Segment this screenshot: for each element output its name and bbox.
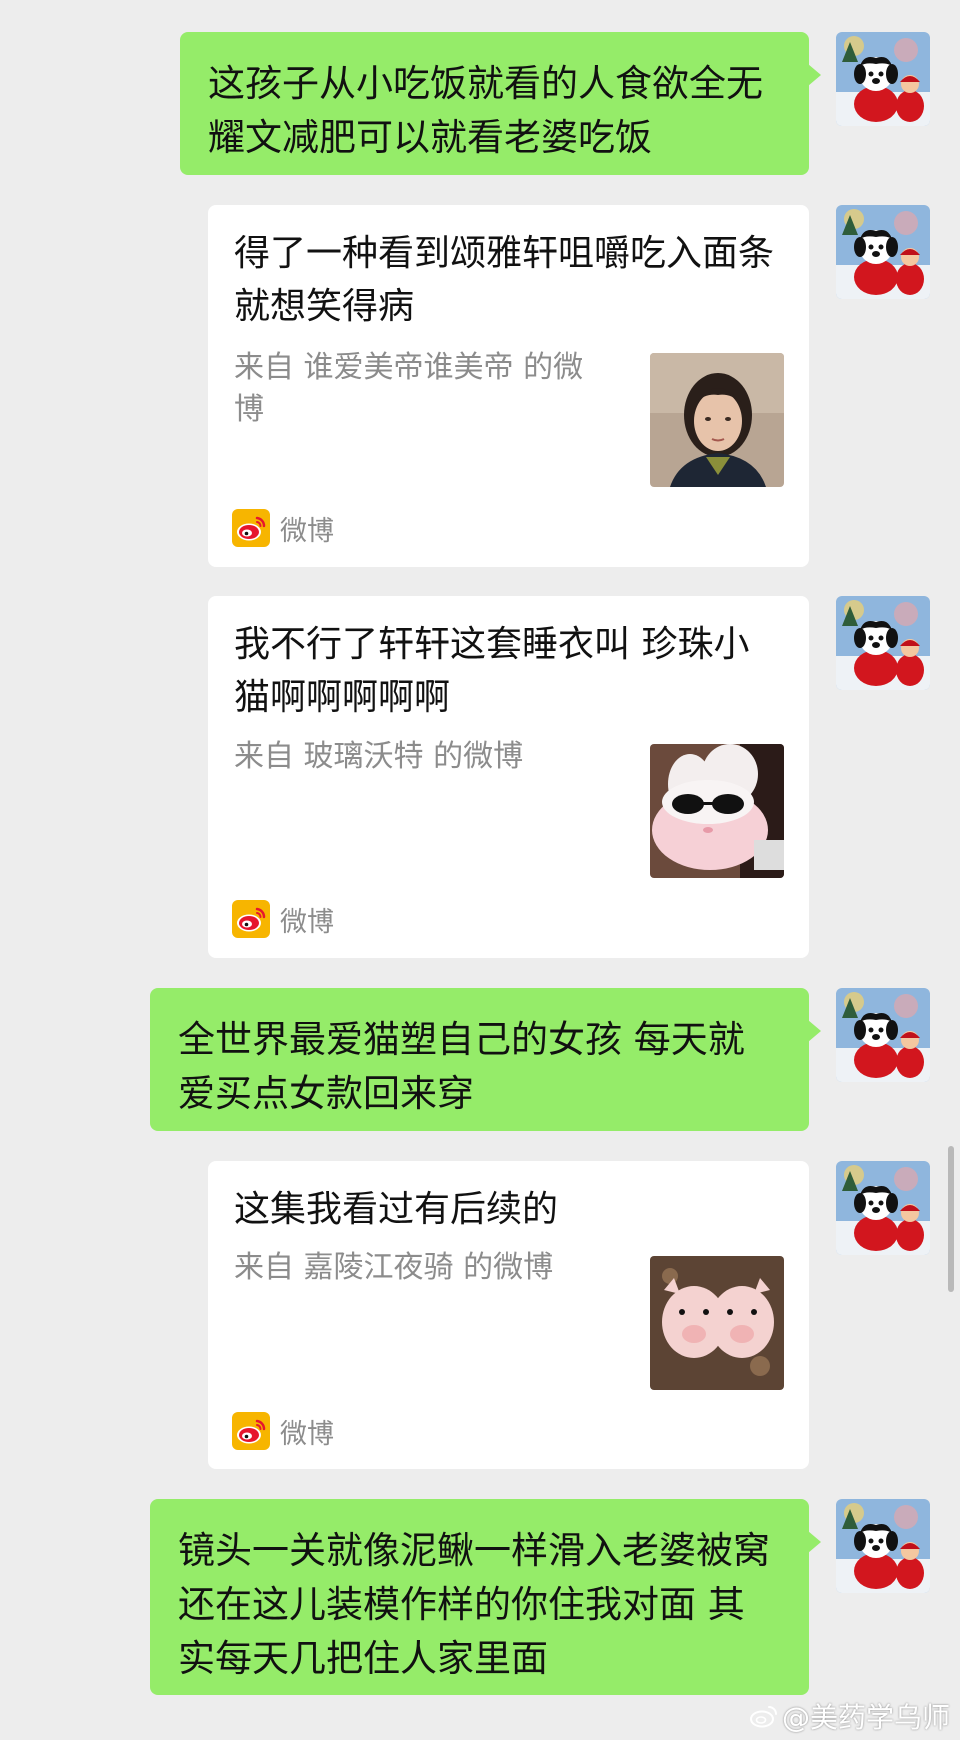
card-thumbnail	[650, 744, 784, 878]
avatar[interactable]	[836, 1499, 930, 1593]
card-footer: 微博	[232, 1411, 334, 1451]
card-source: 来自 嘉陵江夜骑 的微博	[234, 1250, 554, 1285]
avatar-image	[836, 1161, 930, 1255]
avatar[interactable]	[836, 205, 930, 299]
weibo-share-card[interactable]: 这集我看过有后续的 来自 嘉陵江夜骑 的微博 微博	[208, 1161, 809, 1469]
weibo-icon	[232, 900, 270, 938]
avatar[interactable]	[836, 32, 930, 126]
avatar-image	[836, 596, 930, 690]
avatar-image	[836, 988, 930, 1082]
weibo-share-card[interactable]: 得了一种看到颂雅轩咀嚼吃入面条就想笑得病 来自 谁爱美帝谁美帝 的微博 微博	[208, 205, 809, 567]
weibo-logo-icon	[749, 1706, 777, 1728]
avatar[interactable]	[836, 1161, 930, 1255]
card-source: 来自 谁爱美帝谁美帝 的微博	[234, 350, 584, 427]
weibo-icon	[232, 509, 270, 547]
avatar-image	[836, 205, 930, 299]
card-title: 这集我看过有后续的	[234, 1189, 559, 1230]
card-app-name: 微博	[280, 906, 334, 938]
plush-sunglasses-image	[650, 744, 784, 878]
woman-portrait-image	[650, 353, 784, 487]
weibo-share-card[interactable]: 我不行了轩轩这套睡衣叫 珍珠小猫啊啊啊啊啊 来自 玻璃沃特 的微博 微博	[208, 596, 809, 958]
card-source: 来自 玻璃沃特 的微博	[234, 739, 524, 774]
message-bubble-outgoing[interactable]: 全世界最爱猫塑自己的女孩 每天就爱买点女款回来穿	[150, 988, 821, 1131]
avatar-image	[836, 32, 930, 126]
card-app-name: 微博	[280, 515, 334, 547]
scrollbar[interactable]	[948, 1146, 954, 1292]
card-thumbnail	[650, 1256, 784, 1390]
message-bubble-outgoing[interactable]: 镜头一关就像泥鳅一样滑入老婆被窝 还在这儿装模作样的你住我对面 其实每天几把住人…	[150, 1499, 821, 1695]
avatar-image	[836, 1499, 930, 1593]
watermark: @美药学乌师	[749, 1698, 950, 1734]
card-thumbnail	[650, 353, 784, 487]
pig-plush-image	[650, 1256, 784, 1390]
message-text: 全世界最爱猫塑自己的女孩 每天就爱买点女款回来穿	[178, 1018, 745, 1115]
avatar[interactable]	[836, 988, 930, 1082]
card-title: 我不行了轩轩这套睡衣叫 珍珠小猫啊啊啊啊啊	[234, 624, 750, 718]
message-text: 这孩子从小吃饭就看的人食欲全无 耀文减肥可以就看老婆吃饭	[208, 62, 763, 159]
watermark-text: @美药学乌师	[781, 1701, 950, 1734]
message-bubble-outgoing[interactable]: 这孩子从小吃饭就看的人食欲全无 耀文减肥可以就看老婆吃饭	[180, 32, 821, 175]
card-footer: 微博	[232, 899, 334, 939]
avatar[interactable]	[836, 596, 930, 690]
card-app-name: 微博	[280, 1418, 334, 1450]
card-title: 得了一种看到颂雅轩咀嚼吃入面条就想笑得病	[234, 233, 775, 327]
message-text: 镜头一关就像泥鳅一样滑入老婆被窝 还在这儿装模作样的你住我对面 其实每天几把住人…	[178, 1529, 770, 1680]
card-footer: 微博	[232, 508, 334, 548]
weibo-icon	[232, 1412, 270, 1450]
